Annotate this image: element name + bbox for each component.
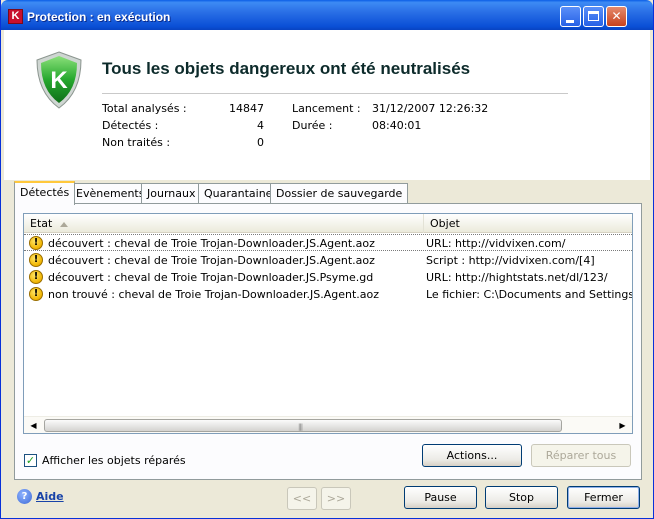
column-objet-label: Objet: [430, 217, 460, 230]
duration-label: Durée :: [292, 119, 333, 132]
launch-label: Lancement :: [292, 102, 361, 115]
pause-button[interactable]: Pause: [404, 486, 477, 509]
shield-letter: K: [50, 67, 68, 94]
list-item[interactable]: ! découvert : cheval de Troie Trojan-Dow…: [24, 269, 632, 286]
column-header-objet[interactable]: Objet: [424, 214, 632, 233]
list-item[interactable]: ! découvert : cheval de Troie Trojan-Dow…: [24, 252, 632, 269]
duration-value: 08:40:01: [372, 119, 422, 132]
status-header: K Tous les objets dangereux ont été neut…: [4, 30, 650, 180]
column-etat-label: Etat: [30, 217, 53, 230]
maximize-button[interactable]: [583, 6, 604, 27]
minimize-icon: [566, 20, 574, 23]
warning-icon: !: [29, 270, 43, 284]
show-repaired-checkbox[interactable]: ✓: [24, 454, 37, 467]
help-icon[interactable]: ?: [17, 489, 32, 504]
warning-icon: !: [29, 236, 43, 250]
tab-evenements[interactable]: Evènements: [70, 183, 151, 203]
list-header: Etat Objet: [24, 214, 632, 233]
title-bar[interactable]: K Protection : en exécution ✕: [1, 0, 653, 30]
launch-value: 31/12/2007 12:26:32: [372, 102, 489, 115]
sort-ascending-icon: [60, 221, 69, 227]
total-analysed-value: 14847: [229, 102, 264, 115]
untreated-label: Non traités :: [102, 136, 171, 149]
repair-all-button[interactable]: Réparer tous: [531, 444, 631, 467]
row-etat: découvert : cheval de Troie Trojan-Downl…: [48, 254, 375, 267]
horizontal-scrollbar[interactable]: ◀ ||| ▶: [24, 416, 632, 433]
protection-window: K Protection : en exécution ✕ K Tous les…: [0, 0, 654, 519]
next-button[interactable]: >>: [321, 487, 351, 510]
kaspersky-icon: K: [8, 9, 23, 24]
close-icon: ✕: [611, 9, 622, 23]
actions-button[interactable]: Actions...: [422, 444, 522, 467]
status-headline: Tous les objets dangereux ont été neutra…: [102, 59, 471, 78]
header-divider: [102, 93, 568, 94]
show-repaired-label[interactable]: Afficher les objets réparés: [42, 454, 186, 467]
column-header-etat[interactable]: Etat: [24, 214, 424, 233]
row-etat: non trouvé : cheval de Troie Trojan-Down…: [48, 288, 380, 301]
window-title: Protection : en exécution: [27, 10, 171, 24]
tab-detectes[interactable]: Détectés: [14, 181, 76, 205]
tab-dossier-sauvegarde[interactable]: Dossier de sauvegarde: [270, 183, 409, 203]
scroll-left-icon[interactable]: ◀: [26, 418, 41, 433]
grip-icon: |||: [298, 423, 303, 431]
untreated-value: 0: [257, 136, 264, 149]
help-link[interactable]: Aide: [36, 490, 64, 503]
row-objet: URL: http://vidvixen.com/: [426, 237, 566, 250]
detected-objects-list[interactable]: Etat Objet ! découvert : cheval de Troie…: [23, 213, 633, 434]
warning-icon: !: [29, 253, 43, 267]
total-analysed-label: Total analysés :: [102, 102, 187, 115]
detected-label: Détectés :: [102, 119, 159, 132]
row-objet: Le fichier: C:\Documents and Settings\Pa…: [426, 288, 632, 301]
shield-icon: K: [36, 51, 82, 109]
minimize-button[interactable]: [560, 6, 581, 27]
tab-journaux[interactable]: Journaux: [141, 183, 202, 203]
close-window-button[interactable]: ✕: [606, 6, 627, 27]
scroll-right-icon[interactable]: ▶: [615, 418, 630, 433]
row-objet: Script : http://vidvixen.com/[4]: [426, 254, 595, 267]
detected-value: 4: [257, 119, 264, 132]
row-etat: découvert : cheval de Troie Trojan-Downl…: [48, 237, 375, 250]
close-button[interactable]: Fermer: [567, 486, 640, 509]
row-etat: découvert : cheval de Troie Trojan-Downl…: [48, 271, 374, 284]
row-objet: URL: http://hightstats.net/dl/123/: [426, 271, 608, 284]
list-item[interactable]: ! non trouvé : cheval de Troie Trojan-Do…: [24, 286, 632, 303]
maximize-icon: [588, 11, 599, 21]
tab-quarantaine[interactable]: Quarantaine: [198, 183, 279, 203]
previous-button[interactable]: <<: [287, 487, 317, 510]
scrollbar-thumb[interactable]: |||: [44, 419, 562, 432]
stop-button[interactable]: Stop: [485, 486, 558, 509]
list-item[interactable]: ! découvert : cheval de Troie Trojan-Dow…: [24, 234, 632, 251]
warning-icon: !: [29, 287, 43, 301]
